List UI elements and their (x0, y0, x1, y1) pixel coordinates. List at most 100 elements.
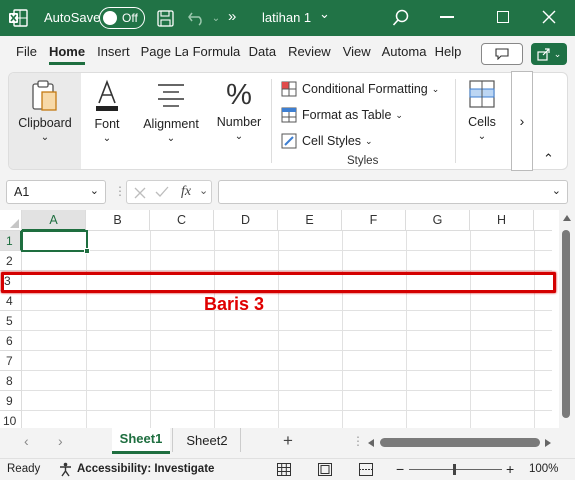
column-header[interactable]: G (406, 210, 470, 231)
font-group[interactable]: Font ⌄ (85, 73, 129, 169)
tab-page-layout[interactable]: Page La (136, 36, 188, 68)
close-icon[interactable] (541, 9, 557, 25)
row-header[interactable]: 5 (0, 311, 22, 331)
zoom-slider-thumb[interactable] (453, 464, 456, 475)
tab-home[interactable]: Home (43, 36, 91, 68)
alignment-group[interactable]: Alignment ⌄ (137, 73, 205, 169)
formula-input[interactable]: ⌄ (218, 180, 568, 204)
zoom-in-button[interactable]: + (506, 461, 514, 477)
row-header[interactable]: 6 (0, 331, 22, 351)
normal-view-icon[interactable] (277, 463, 291, 476)
column-header[interactable]: A (22, 210, 86, 231)
column-header[interactable]: E (278, 210, 342, 231)
page-break-view-icon[interactable] (359, 463, 373, 476)
row-header[interactable]: 4 (0, 291, 22, 311)
column-header[interactable]: D (214, 210, 278, 231)
column-header[interactable]: C (150, 210, 214, 231)
tab-splitter-icon[interactable]: ⋮ (352, 434, 364, 448)
file-title[interactable]: latihan 1 (262, 10, 311, 25)
search-icon[interactable] (391, 8, 411, 28)
name-box-chevron-icon[interactable]: ⌄ (90, 184, 99, 197)
tab-formulas[interactable]: Formula (188, 36, 243, 68)
tab-data[interactable]: Data (243, 36, 282, 68)
number-group[interactable]: % Number ⌄ (211, 73, 267, 169)
add-sheet-icon[interactable]: + (283, 431, 293, 451)
sheet-tab-bar: ‹ › Sheet1 Sheet2 + ⋮ (0, 428, 575, 458)
column-header[interactable]: F (342, 210, 406, 231)
title-chevron-icon[interactable]: ⌄ (319, 6, 330, 22)
percent-icon: % (226, 79, 252, 111)
sheet-tab[interactable]: Sheet2 (178, 428, 236, 454)
minimize-icon[interactable] (440, 16, 454, 18)
accessibility-status[interactable]: Accessibility: Investigate (77, 463, 214, 475)
clipboard-group[interactable]: Clipboard ⌄ (9, 73, 81, 169)
scroll-up-icon[interactable] (563, 215, 571, 221)
collapse-ribbon-icon[interactable]: ⌃ (543, 151, 554, 167)
tab-review[interactable]: Review (282, 36, 337, 68)
comments-button[interactable] (481, 43, 523, 65)
scroll-right-icon[interactable] (545, 439, 551, 447)
tab-file[interactable]: File (10, 36, 43, 68)
conditional-formatting-button[interactable]: Conditional Formatting ⌄ (281, 81, 439, 97)
table-row (22, 311, 552, 331)
scroll-left-icon[interactable] (368, 439, 374, 447)
excel-logo-icon (8, 9, 28, 27)
insert-function-icon[interactable]: fx (181, 184, 191, 200)
expand-formula-icon[interactable]: ⌄ (552, 184, 561, 197)
cancel-icon[interactable] (134, 187, 146, 199)
row-header[interactable]: 1 (0, 231, 22, 251)
row-header[interactable]: 7 (0, 351, 22, 371)
fx-chevron-icon[interactable]: ⌄ (199, 184, 208, 197)
vertical-scroll-thumb[interactable] (562, 230, 570, 418)
format-as-table-button[interactable]: Format as Table ⌄ (281, 107, 403, 123)
table-row (22, 371, 552, 391)
undo-icon[interactable] (186, 8, 208, 28)
horizontal-scroll-thumb[interactable] (380, 438, 540, 447)
number-chevron-icon: ⌄ (234, 131, 244, 142)
sheet-tab-active[interactable]: Sheet1 (112, 428, 170, 454)
save-icon[interactable] (155, 8, 175, 28)
clipboard-icon (32, 80, 57, 111)
select-all-corner[interactable] (0, 210, 22, 231)
ribbon-scroll-right-button[interactable]: › (511, 71, 533, 171)
name-box[interactable]: A1 ⌄ (6, 180, 106, 204)
row-header[interactable]: 8 (0, 371, 22, 391)
tab-insert[interactable]: Insert (91, 36, 136, 68)
ribbon-panel: Clipboard ⌄ Font ⌄ Alignment ⌄ % Number … (8, 71, 568, 171)
more-commands-icon[interactable]: » (228, 8, 236, 25)
cell-styles-label: Cell Styles (302, 134, 362, 148)
table-row (22, 391, 552, 411)
column-header[interactable]: H (470, 210, 534, 231)
column-header-partial[interactable] (534, 210, 552, 231)
zoom-level[interactable]: 100% (529, 463, 558, 475)
number-label: Number (216, 115, 262, 129)
autosave-toggle[interactable]: Off (99, 7, 145, 29)
enter-check-icon[interactable] (155, 186, 169, 198)
tab-automate[interactable]: Automa (377, 36, 429, 68)
row-header[interactable]: 2 (0, 251, 22, 271)
cells-group[interactable]: Cells ⌄ (461, 73, 503, 169)
formula-actions: fx ⌄ (126, 180, 212, 204)
column-header[interactable]: B (86, 210, 150, 231)
share-button[interactable]: ⌄ (531, 43, 567, 65)
next-sheet-icon[interactable]: › (58, 433, 63, 449)
row-header[interactable]: 10 (0, 411, 22, 428)
active-cell-a1[interactable] (21, 230, 90, 254)
cell-styles-button[interactable]: Cell Styles ⌄ (281, 133, 373, 149)
maximize-icon[interactable] (497, 11, 509, 23)
cell-styles-chevron-icon: ⌄ (365, 135, 373, 146)
page-layout-view-icon[interactable] (318, 463, 332, 476)
prev-sheet-icon[interactable]: ‹ (24, 433, 29, 449)
vertical-scrollbar[interactable] (559, 210, 575, 428)
fill-handle[interactable] (84, 248, 90, 254)
ribbon: Clipboard ⌄ Font ⌄ Alignment ⌄ % Number … (0, 68, 575, 174)
ribbon-separator (271, 79, 272, 163)
accessibility-icon (60, 462, 71, 477)
zoom-out-button[interactable]: − (396, 461, 404, 477)
row-header[interactable]: 9 (0, 391, 22, 411)
ribbon-more-icon: › (519, 113, 525, 129)
undo-dropdown-icon[interactable]: ⌄ (210, 10, 222, 26)
tab-help[interactable]: Help (429, 36, 468, 68)
clipboard-chevron-icon: ⌄ (40, 132, 50, 143)
tab-view[interactable]: View (337, 36, 377, 68)
